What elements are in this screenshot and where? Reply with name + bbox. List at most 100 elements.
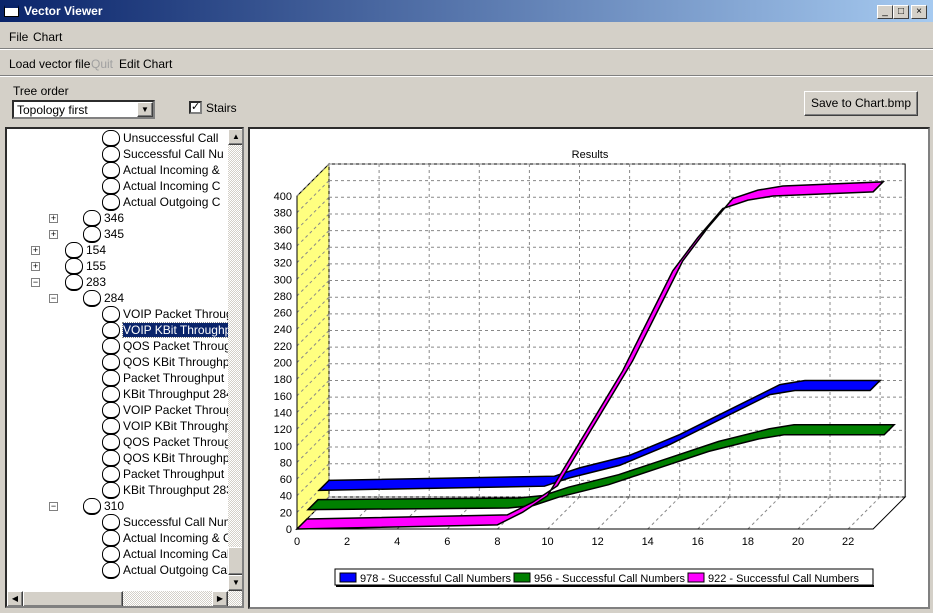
tree-node-label: Actual Incoming & (123, 163, 220, 177)
edit-chart-button[interactable]: Edit Chart (119, 57, 172, 71)
scroll-thumb[interactable] (228, 547, 242, 575)
x-tick-label: 0 (294, 536, 300, 548)
expand-icon[interactable]: + (49, 214, 58, 223)
save-chart-button[interactable]: Save to Chart.bmp (804, 91, 918, 116)
load-vector-file-button[interactable]: Load vector file (9, 57, 90, 71)
tree-node-label: VOIP KBit Throughput (123, 419, 242, 433)
node-icon (83, 226, 101, 243)
y-tick-label: 220 (274, 341, 292, 353)
chevron-down-icon[interactable]: ▼ (137, 102, 153, 117)
node-icon (102, 402, 120, 419)
node-icon (102, 434, 120, 451)
node-icon (102, 370, 120, 387)
tree-node-label: Packet Throughput 28 (123, 371, 241, 385)
node-icon (102, 162, 120, 179)
node-icon (102, 546, 120, 563)
y-tick-label: 140 (274, 407, 292, 419)
node-icon (65, 258, 83, 275)
chart-panel: 0 20 40 60 80 100 120 140 160 180 200 220 240 260 280 3… (248, 127, 930, 609)
tree-node-label: Actual Outgoing Call N (123, 563, 244, 577)
expand-icon[interactable]: + (31, 262, 40, 271)
x-tick-label: 18 (742, 536, 754, 548)
results-chart: 0204060801001201401601802002202402602803… (274, 149, 907, 587)
scroll-up-icon[interactable]: ▲ (228, 129, 242, 145)
menu-chart[interactable]: Chart (33, 30, 62, 44)
tree-node-label: 310 (104, 499, 125, 513)
node-icon (65, 242, 83, 259)
x-tick-label: 2 (344, 536, 350, 548)
node-icon (83, 210, 101, 227)
tree-order-label: Tree order (13, 84, 69, 98)
y-tick-label: 300 (274, 274, 292, 286)
node-icon (102, 130, 120, 147)
node-icon (102, 338, 120, 355)
node-icon (102, 306, 120, 323)
legend-label: 978 - Successful Call Numbers (360, 573, 512, 585)
node-icon (102, 322, 120, 339)
minimize-button[interactable]: _ (877, 5, 893, 19)
x-tick-label: 20 (792, 536, 804, 548)
y-tick-label: 320 (274, 258, 292, 270)
y-tick-label: 360 (274, 224, 292, 236)
y-tick-label: 200 (274, 358, 292, 370)
hscroll-thumb[interactable] (23, 591, 123, 606)
tree-node-label: 283 (86, 275, 107, 289)
node-icon (83, 290, 101, 307)
legend-label: 956 - Successful Call Numbers (534, 573, 686, 585)
node-icon (102, 466, 120, 483)
legend: 978 - Successful Call Numbers 956 - Succe… (334, 568, 874, 587)
vertical-scrollbar[interactable]: ▲ ▼ (228, 129, 242, 591)
tree-order-select[interactable]: Topology first ▼ (12, 100, 155, 119)
divider (0, 75, 933, 77)
collapse-icon[interactable]: − (31, 278, 40, 287)
y-tick-label: 40 (280, 491, 292, 503)
node-icon (102, 418, 120, 435)
y-tick-label: 180 (274, 374, 292, 386)
node-icon (65, 274, 83, 291)
expand-icon[interactable]: + (49, 230, 58, 239)
y-tick-label: 20 (280, 507, 292, 519)
y-tick-label: 100 (274, 441, 292, 453)
node-icon (83, 498, 101, 515)
scroll-down-icon[interactable]: ▼ (228, 575, 242, 591)
x-tick-label: 22 (842, 536, 854, 548)
scroll-right-icon[interactable]: ▶ (212, 591, 228, 606)
app-icon (4, 5, 19, 17)
legend-label: 922 - Successful Call Numbers (708, 573, 860, 585)
tree-node-label: QOS KBit Throughput (123, 451, 240, 465)
maximize-button[interactable]: □ (893, 5, 909, 19)
y-tick-label: 160 (274, 391, 292, 403)
x-tick-label: 4 (394, 536, 400, 548)
expand-icon[interactable]: + (31, 246, 40, 255)
tree-node-label: 155 (86, 259, 107, 273)
node-icon (102, 482, 120, 499)
y-tick-label: 120 (274, 424, 292, 436)
y-tick-label: 340 (274, 241, 292, 253)
x-tick-label: 6 (444, 536, 450, 548)
chart-title: Results (572, 149, 609, 161)
collapse-icon[interactable]: − (49, 294, 58, 303)
title-bar: Vector Viewer (0, 0, 933, 22)
legend-swatch (339, 572, 357, 583)
tree-node-label: 154 (86, 243, 107, 257)
collapse-icon[interactable]: − (49, 502, 58, 511)
scroll-left-icon[interactable]: ◀ (7, 591, 23, 606)
node-icon (102, 178, 120, 195)
tree-view[interactable]: Unsuccessful Call Successful Call Nu Actua… (5, 127, 244, 608)
node-icon (102, 146, 120, 163)
node-icon (102, 194, 120, 211)
node-icon (102, 530, 120, 547)
tree-node-label: KBit Throughput 284= (123, 387, 240, 401)
menu-file[interactable]: File (9, 30, 28, 44)
y-tick-label: 380 (274, 208, 292, 220)
close-button[interactable]: × (911, 5, 927, 19)
horizontal-scrollbar[interactable]: ◀ ▶ (7, 591, 242, 606)
divider (0, 48, 933, 50)
x-tick-label: 14 (642, 536, 654, 548)
tree-node-label: Packet Throughput 28 (123, 467, 241, 481)
legend-swatch (687, 572, 705, 583)
tree-node-label: QOS Packet Throughp (123, 339, 244, 353)
tree-node-label: Successful Call Nu (123, 147, 224, 161)
stairs-checkbox[interactable]: ✓ (189, 101, 202, 114)
tree-node-label: Actual Incoming Call N (123, 547, 244, 561)
